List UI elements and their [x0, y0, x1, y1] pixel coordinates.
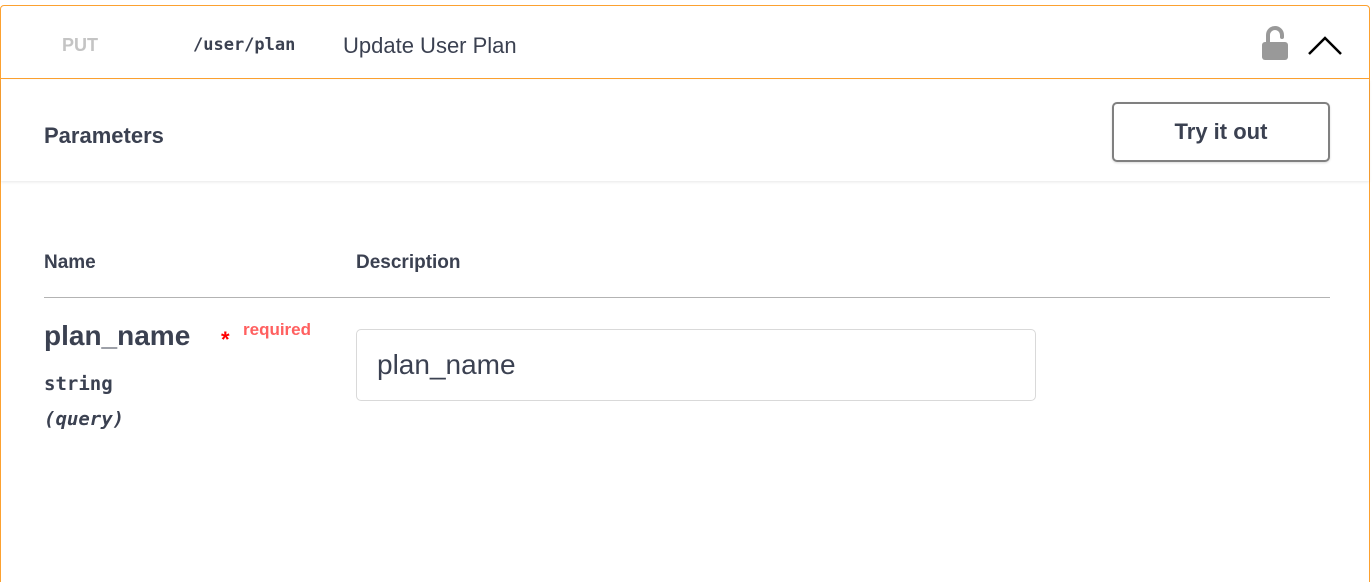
param-name: plan_name: [44, 320, 191, 351]
operation-summary-text: Update User Plan: [343, 33, 517, 58]
http-method-badge: PUT: [62, 34, 98, 55]
operation-summary[interactable]: PUT /user/plan Update User Plan: [1, 6, 1369, 79]
param-type: string: [44, 373, 113, 395]
table-divider: [44, 297, 1330, 298]
operation-block: PUT /user/plan Update User Plan Paramete…: [0, 5, 1370, 582]
required-asterisk: *: [221, 327, 230, 352]
parameters-header: Parameters Try it out: [1, 80, 1369, 181]
column-header-description: Description: [356, 252, 461, 273]
lock-icon[interactable]: [1259, 24, 1291, 64]
column-header-name: Name: [44, 252, 96, 273]
parameters-title: Parameters: [44, 123, 164, 148]
try-it-out-button[interactable]: Try it out: [1112, 102, 1330, 162]
chevron-up-icon[interactable]: [1305, 26, 1345, 62]
endpoint-path: /user/plan: [193, 35, 296, 55]
plan-name-input[interactable]: [356, 329, 1036, 401]
required-label: required: [243, 320, 312, 339]
param-location: (query): [44, 408, 125, 430]
